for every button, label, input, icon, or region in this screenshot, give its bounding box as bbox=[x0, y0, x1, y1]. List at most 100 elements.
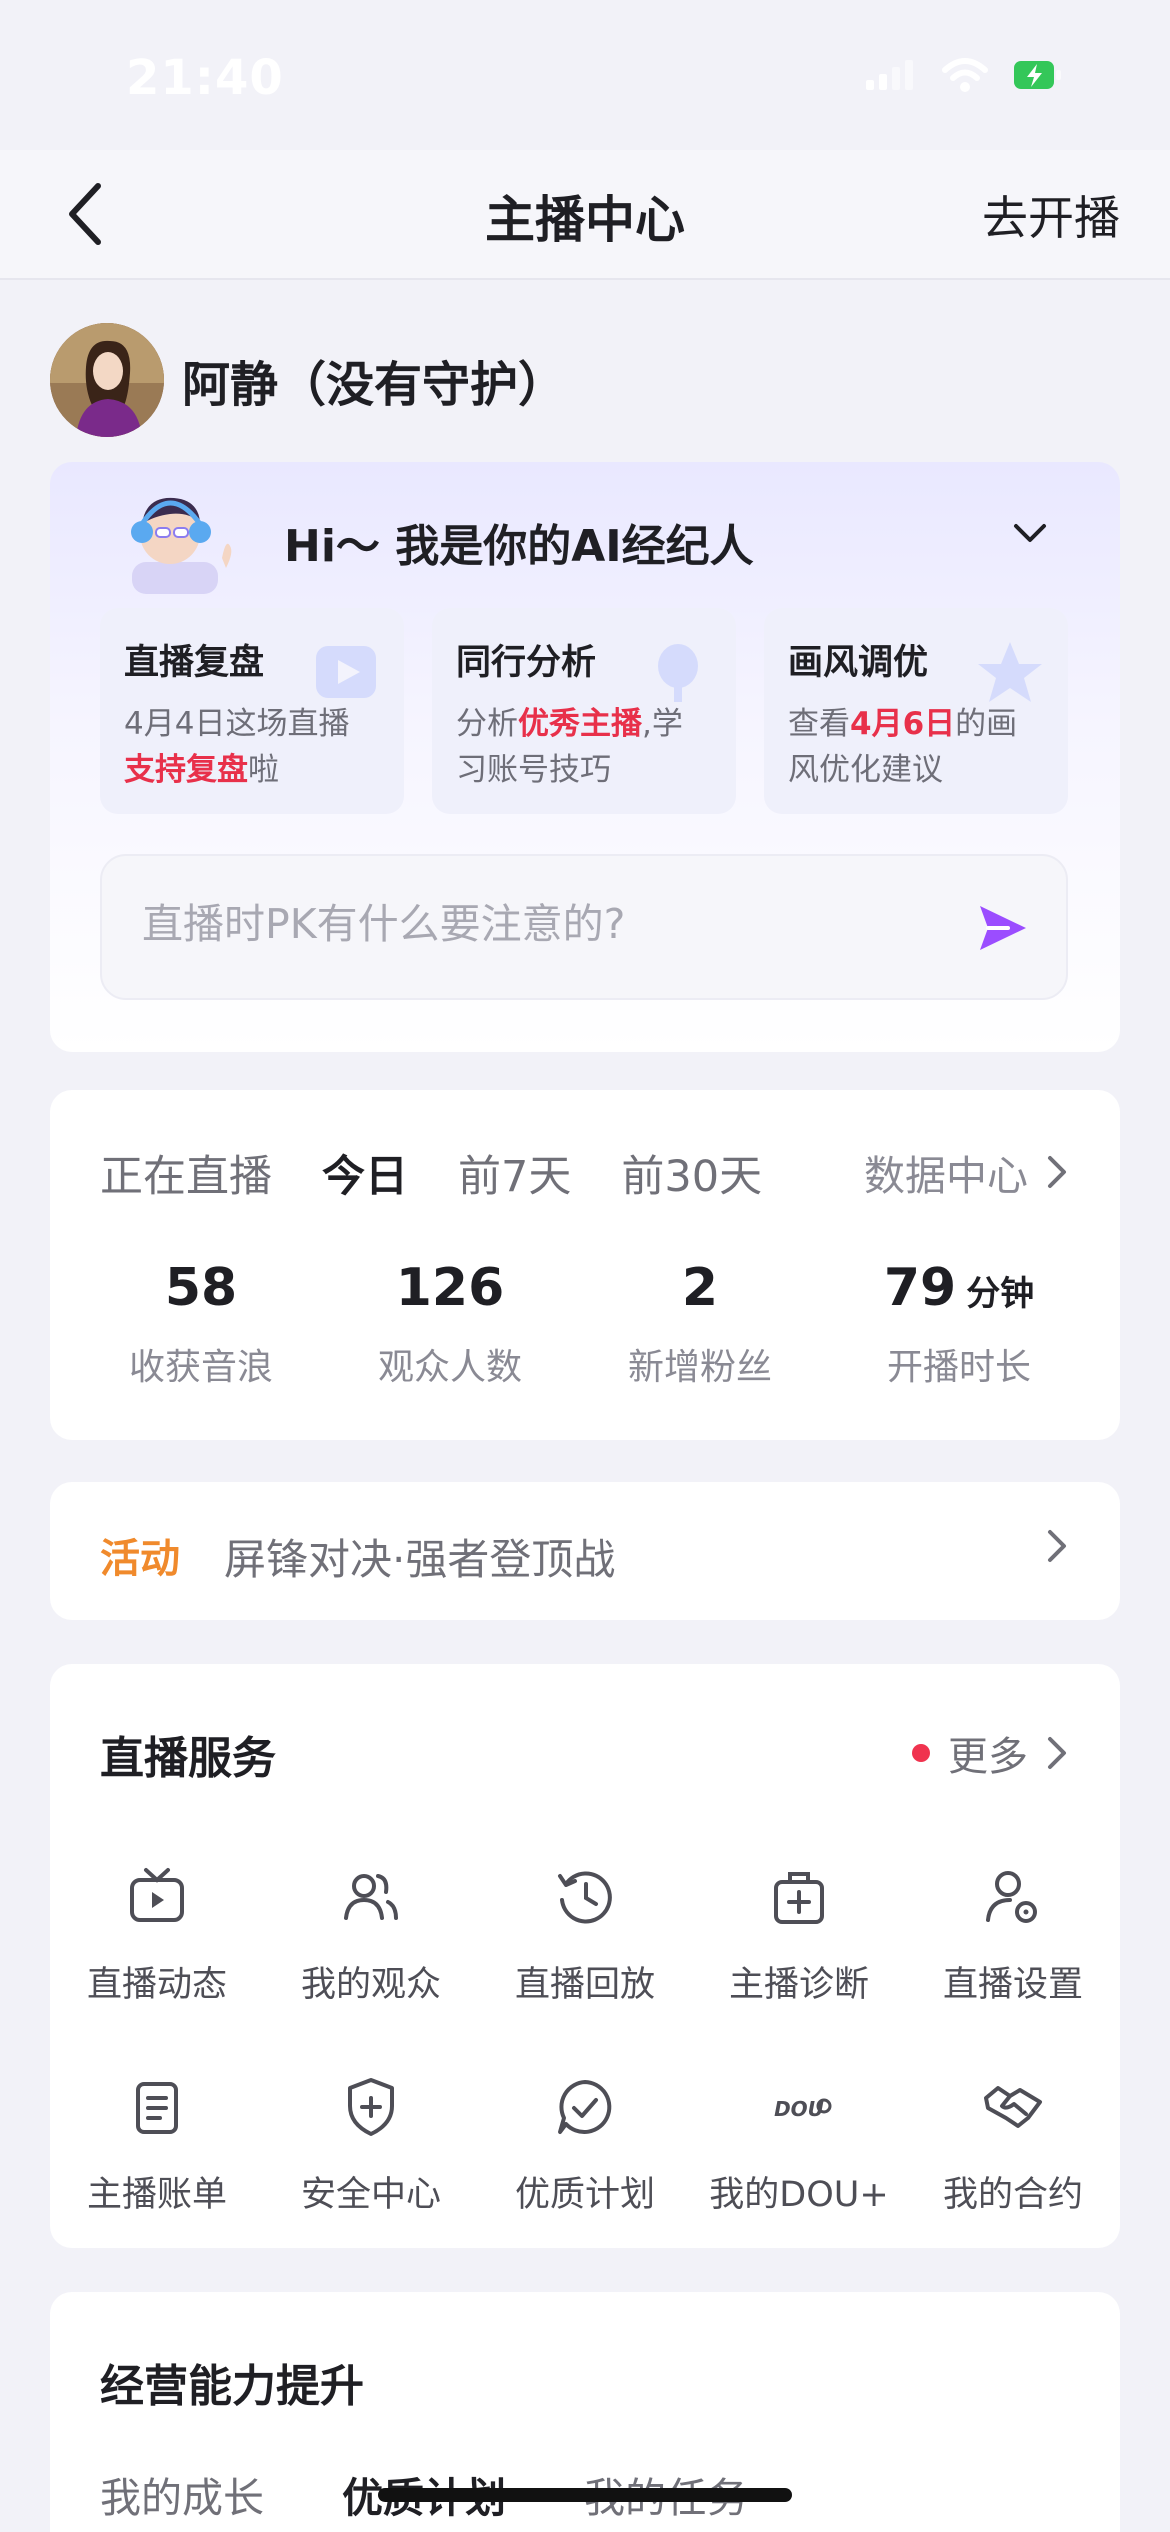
go-live-button[interactable]: 去开播 bbox=[982, 182, 1120, 248]
home-indicator[interactable] bbox=[378, 2488, 792, 2502]
stat-value: 2 bbox=[681, 1258, 719, 1318]
stat-sound-waves[interactable]: 58 收获音浪 bbox=[86, 1258, 316, 1390]
profile-row[interactable]: 阿静（没有守护） bbox=[50, 322, 566, 438]
desc-highlight: 4月6日 bbox=[850, 706, 956, 742]
desc-highlight: 优秀主播 bbox=[518, 706, 642, 742]
dou-plus-icon: DOU bbox=[774, 2097, 832, 2121]
activity-title: 屏锋对决·强者登顶战 bbox=[224, 1535, 616, 1584]
activity-tag: 活动 bbox=[100, 1536, 180, 1582]
service-label: 我的DOU+ bbox=[709, 2175, 889, 2215]
stat-label: 新增粉丝 bbox=[627, 1347, 772, 1388]
stat-unit: 分钟 bbox=[966, 1274, 1035, 1314]
avatar[interactable] bbox=[50, 323, 164, 437]
ai-question-input[interactable] bbox=[142, 900, 962, 948]
ai-card-desc: 分析优秀主播,学习账号技巧 bbox=[456, 701, 712, 793]
tab-last-30-days[interactable]: 前30天 bbox=[621, 1142, 762, 1204]
handshake-icon bbox=[984, 2086, 1042, 2128]
service-live-replay[interactable]: 直播回放 bbox=[478, 1864, 692, 2007]
stat-value: 126 bbox=[395, 1258, 505, 1318]
service-label: 我的观众 bbox=[300, 1965, 441, 2005]
desc-text: 4月4日这场直播 bbox=[124, 706, 350, 742]
desc-text: 查看 bbox=[788, 706, 850, 742]
tab-last-7-days[interactable]: 前7天 bbox=[458, 1142, 571, 1204]
wifi-icon bbox=[942, 58, 988, 92]
check-chat-icon bbox=[558, 2080, 612, 2134]
service-streamer-diagnosis[interactable]: 主播诊断 bbox=[692, 1864, 906, 2007]
ai-card-desc: 4月4日这场直播 支持复盘啦 bbox=[124, 701, 380, 793]
ai-robot-icon bbox=[131, 497, 232, 594]
stat-label: 收获音浪 bbox=[128, 1347, 273, 1388]
service-my-dou-plus[interactable]: DOU 我的DOU+ bbox=[692, 2074, 906, 2217]
service-label: 安全中心 bbox=[300, 2175, 441, 2215]
stat-label: 开播时长 bbox=[886, 1347, 1031, 1388]
audience-icon bbox=[344, 1874, 398, 1920]
stat-label: 观众人数 bbox=[377, 1347, 522, 1388]
service-my-audience[interactable]: 我的观众 bbox=[264, 1864, 478, 2007]
nav-bar: 主播中心 去开播 bbox=[0, 150, 1170, 280]
ai-assistant-card: Hi～ 我是你的AI经纪人 直播复盘 4月4日这场直播 支持复盘啦 同行分析 分析… bbox=[50, 462, 1120, 1052]
ai-card-peer-analysis[interactable]: 同行分析 分析优秀主播,学习账号技巧 bbox=[432, 608, 736, 814]
shield-plus-icon bbox=[348, 2078, 394, 2136]
profile-name: 阿静（没有守护） bbox=[182, 357, 567, 413]
chevron-down-icon[interactable] bbox=[1010, 520, 1050, 546]
more-link[interactable]: 更多 bbox=[912, 1724, 1068, 1782]
stat-new-fans[interactable]: 2 新增粉丝 bbox=[585, 1258, 815, 1390]
microphone-icon bbox=[658, 644, 698, 702]
status-bar: 21:40 bbox=[0, 0, 1170, 150]
history-icon bbox=[558, 1871, 612, 1924]
service-label: 直播动态 bbox=[86, 1965, 227, 2005]
notification-dot bbox=[912, 1744, 930, 1762]
ai-greeting: Hi～ 我是你的AI经纪人 bbox=[284, 521, 754, 572]
stats-tabs: 正在直播 今日 前7天 前30天 bbox=[100, 1142, 762, 1204]
service-label: 主播账单 bbox=[86, 2175, 227, 2215]
data-center-link[interactable]: 数据中心 bbox=[864, 1142, 1068, 1202]
activity-banner[interactable]: 活动 屏锋对决·强者登顶战 bbox=[50, 1482, 1120, 1620]
stat-value: 58 bbox=[164, 1258, 238, 1318]
service-label: 直播回放 bbox=[514, 1965, 655, 2005]
ai-question-box[interactable] bbox=[100, 854, 1068, 1000]
data-center-label: 数据中心 bbox=[864, 1152, 1028, 1200]
bill-icon bbox=[136, 2082, 178, 2134]
svg-text:DOU: DOU bbox=[774, 2097, 824, 2121]
desc-text: 啦 bbox=[248, 752, 279, 788]
stat-viewers[interactable]: 126 观众人数 bbox=[335, 1258, 565, 1390]
section-title: 经营能力提升 bbox=[100, 2361, 364, 2412]
service-security-center[interactable]: 安全中心 bbox=[264, 2074, 478, 2217]
stat-live-duration[interactable]: 79 分钟 开播时长 bbox=[844, 1258, 1074, 1390]
status-time: 21:40 bbox=[126, 50, 284, 106]
play-icon bbox=[316, 646, 376, 698]
stat-value: 79 bbox=[883, 1258, 957, 1318]
service-streamer-bill[interactable]: 主播账单 bbox=[50, 2074, 264, 2217]
battery-charging-icon bbox=[1014, 61, 1061, 89]
section-title: 直播服务 bbox=[100, 1733, 276, 1784]
ai-card-style-tuning[interactable]: 画风调优 查看4月6日的画风优化建议 bbox=[764, 608, 1068, 814]
service-label: 优质计划 bbox=[514, 2175, 655, 2215]
ai-card-review[interactable]: 直播复盘 4月4日这场直播 支持复盘啦 bbox=[100, 608, 404, 814]
status-icons bbox=[866, 58, 1062, 92]
service-live-dynamics[interactable]: 直播动态 bbox=[50, 1864, 264, 2007]
service-label: 我的合约 bbox=[942, 2175, 1083, 2215]
tab-today[interactable]: 今日 bbox=[322, 1142, 408, 1204]
send-icon[interactable] bbox=[974, 900, 1030, 956]
desc-highlight: 支持复盘 bbox=[124, 752, 248, 788]
service-quality-plan[interactable]: 优质计划 bbox=[478, 2074, 692, 2217]
service-label: 主播诊断 bbox=[728, 1965, 869, 2005]
service-my-contract[interactable]: 我的合约 bbox=[906, 2074, 1120, 2217]
signal-icon bbox=[866, 60, 913, 90]
service-live-settings[interactable]: 直播设置 bbox=[906, 1864, 1120, 2007]
chevron-right-icon bbox=[1048, 1156, 1066, 1188]
user-settings-icon bbox=[986, 1871, 1037, 1923]
service-label: 直播设置 bbox=[942, 1965, 1083, 2005]
ai-card-desc: 查看4月6日的画风优化建议 bbox=[788, 701, 1044, 793]
chevron-right-icon bbox=[1048, 1530, 1066, 1562]
tv-icon bbox=[130, 1868, 184, 1922]
medical-kit-icon bbox=[774, 1872, 824, 1924]
desc-text: 分析 bbox=[456, 706, 518, 742]
tab-live-now[interactable]: 正在直播 bbox=[100, 1142, 272, 1204]
stats-card: 正在直播 今日 前7天 前30天 数据中心 58 收获音浪 126 观众人数 2… bbox=[50, 1090, 1120, 1440]
more-label: 更多 bbox=[948, 1734, 1028, 1780]
tab-my-growth[interactable]: 我的成长 bbox=[100, 2464, 264, 2524]
chevron-right-icon bbox=[1048, 1737, 1066, 1769]
live-services-card: 直播服务 更多 直播动态 我的观众 直播回放 主播诊断 直播设置 主播账单 安全… bbox=[50, 1664, 1120, 2248]
star-icon bbox=[978, 642, 1042, 702]
